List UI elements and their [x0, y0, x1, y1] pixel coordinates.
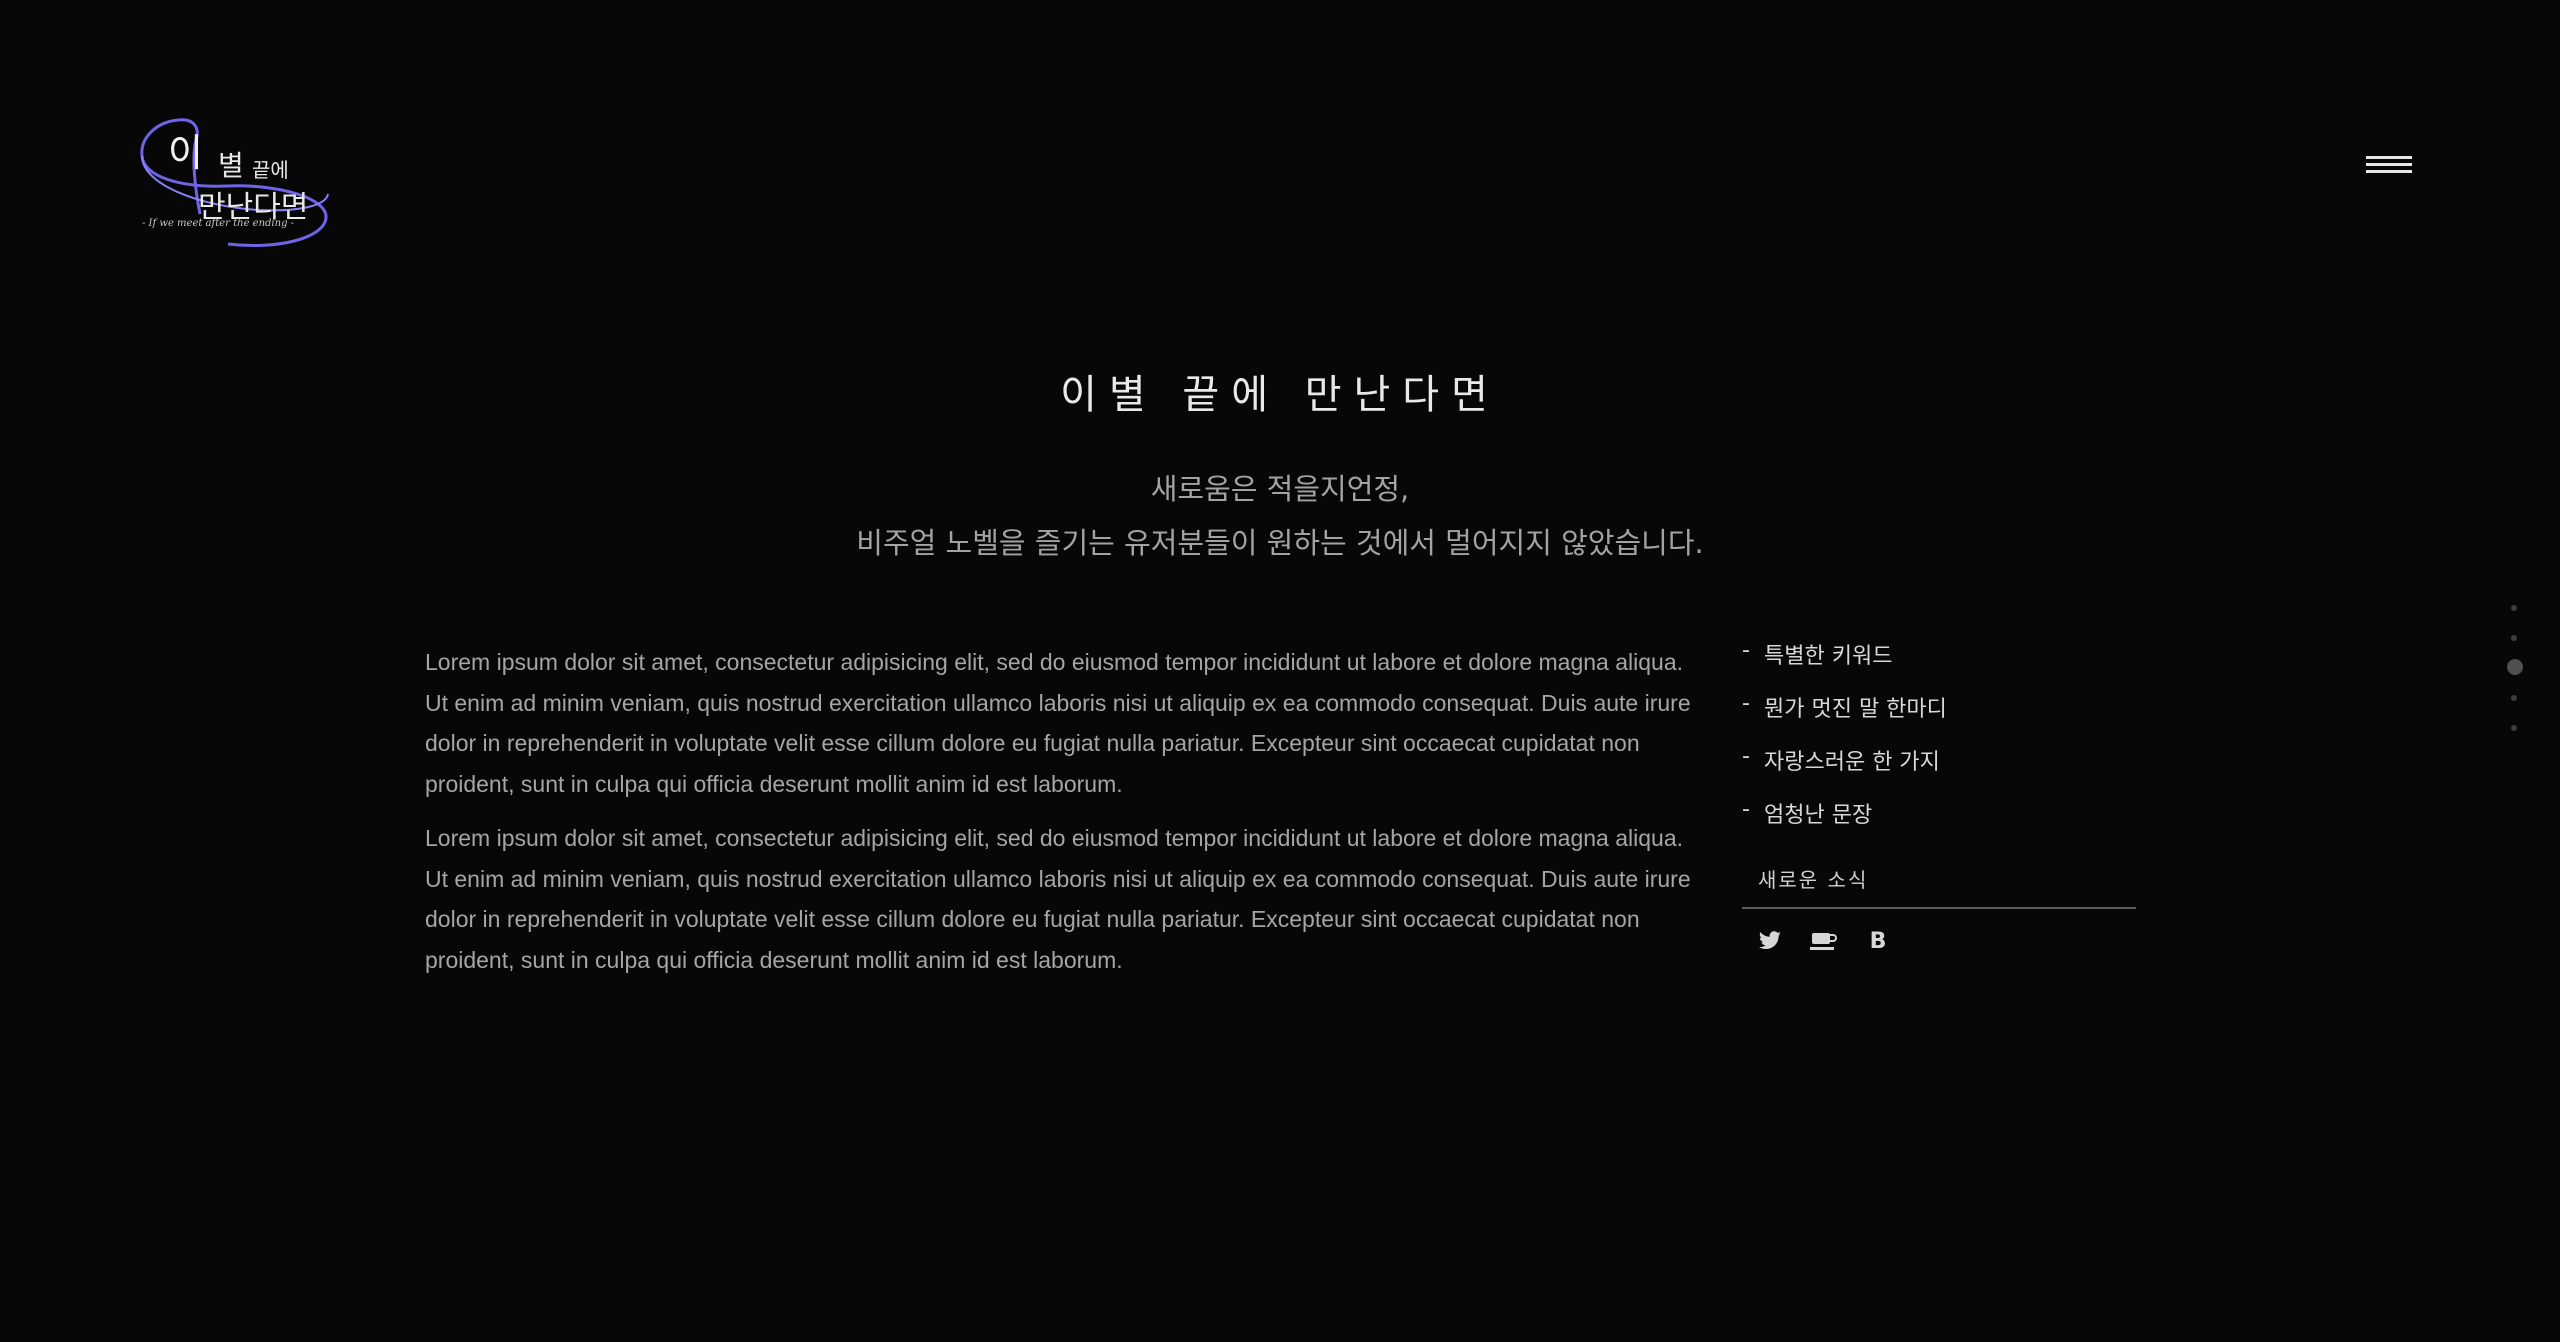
side-panel: - 특별한 키워드 - 뭔가 멋진 말 한마디 - 자랑스러운 한 가지 - 엄… [1742, 638, 2136, 955]
coffee-cup-icon[interactable] [1810, 927, 1838, 955]
site-logo[interactable]: 이 별 끝에 만난다면 - If we meet after the endin… [138, 114, 334, 248]
subtitle-line-1: 새로움은 적을지언정, [1150, 472, 1410, 506]
social-links: B [1742, 927, 2136, 955]
logo-word-kkeute: 끝에 [252, 158, 289, 182]
page-subtitle: 새로움은 적을지언정, 비주얼 노벨을 즐기는 유저분들이 원하는 것에서 멀어… [0, 462, 2560, 570]
twitter-glyph [1758, 931, 1781, 949]
keyword-item-2[interactable]: - 뭔가 멋진 말 한마디 [1742, 691, 2136, 744]
pagination-dot-2[interactable] [2511, 635, 2517, 641]
body-content: Lorem ipsum dolor sit amet, consectetur … [425, 642, 1703, 994]
list-dash: - [1742, 797, 1750, 822]
keyword-item-3[interactable]: - 자랑스러운 한 가지 [1742, 744, 2136, 797]
list-dash: - [1742, 638, 1750, 663]
pagination-dot-5[interactable] [2511, 725, 2517, 731]
pagination-dot-3-active[interactable] [2507, 659, 2523, 675]
keyword-list: - 특별한 키워드 - 뭔가 멋진 말 한마디 - 자랑스러운 한 가지 - 엄… [1742, 638, 2136, 850]
coffee-glyph [1810, 933, 1837, 950]
keyword-item-4[interactable]: - 엄청난 문장 [1742, 797, 2136, 850]
hamburger-line [2366, 163, 2412, 166]
keyword-label: 자랑스러운 한 가지 [1764, 750, 1940, 775]
blog-b-icon[interactable]: B [1864, 927, 1892, 955]
logo-tagline: - If we meet after the ending - [142, 218, 295, 229]
twitter-icon[interactable] [1756, 927, 1784, 955]
logo-letter-i: 이 [168, 131, 203, 175]
hamburger-line [2366, 156, 2412, 159]
page: 이 별 끝에 만난다면 - If we meet after the endin… [0, 0, 2560, 1342]
news-heading: 새로운 소식 [1742, 864, 2136, 909]
body-paragraph-2: Lorem ipsum dolor sit amet, consectetur … [425, 825, 1691, 973]
pagination-dot-1[interactable] [2511, 605, 2517, 611]
keyword-label: 엄청난 문장 [1764, 803, 1873, 828]
keyword-label: 특별한 키워드 [1764, 644, 1893, 669]
hamburger-icon[interactable] [2366, 156, 2414, 178]
page-title: 이별 끝에 만난다면 [1060, 372, 1500, 418]
list-dash: - [1742, 691, 1750, 716]
pagination-dot-4[interactable] [2511, 695, 2517, 701]
logo-word-byeol: 별 [218, 149, 244, 182]
list-dash: - [1742, 744, 1750, 769]
blog-b-letter: B [1869, 928, 1887, 954]
keyword-item-1[interactable]: - 특별한 키워드 [1742, 638, 2136, 691]
subtitle-line-2: 비주얼 노벨을 즐기는 유저분들이 원하는 것에서 멀어지지 않았습니다. [856, 526, 1704, 560]
body-paragraph-1: Lorem ipsum dolor sit amet, consectetur … [425, 649, 1691, 797]
keyword-label: 뭔가 멋진 말 한마디 [1764, 697, 1947, 722]
hamburger-line [2366, 170, 2412, 173]
